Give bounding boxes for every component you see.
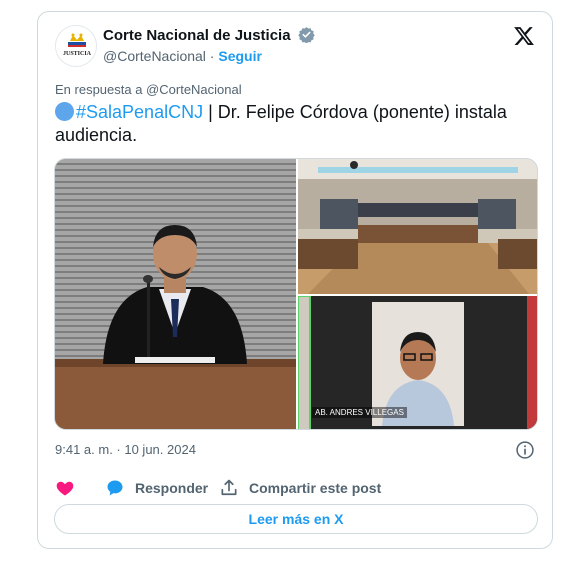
author-handle[interactable]: @CorteNacional xyxy=(103,48,206,64)
reply-button[interactable]: Responder xyxy=(105,478,208,498)
verified-badge-icon xyxy=(298,27,315,43)
reply-to-label[interactable]: En respuesta a @CorteNacional xyxy=(55,82,242,97)
judge-photo-image xyxy=(55,159,296,429)
share-icon xyxy=(221,479,237,496)
follow-button[interactable]: Seguir xyxy=(218,48,262,64)
courtroom-photo-image xyxy=(298,159,537,294)
share-label: Compartir este post xyxy=(249,480,382,496)
read-more-button[interactable]: Leer más en X xyxy=(54,504,538,534)
media-photo-videocall[interactable]: AB. ANDRES VILLEGAS xyxy=(298,296,537,429)
reply-bubble-icon xyxy=(107,480,123,496)
author-name-row[interactable]: Corte Nacional de Justicia xyxy=(103,26,315,44)
media-photo-courtroom[interactable] xyxy=(298,159,537,294)
author-name[interactable]: Corte Nacional de Justicia xyxy=(103,27,291,44)
heart-icon xyxy=(56,481,74,496)
logo-text: JUSTICIA xyxy=(63,51,92,57)
info-icon[interactable] xyxy=(515,440,535,460)
media-grid[interactable]: AB. ANDRES VILLEGAS xyxy=(54,158,538,430)
justice-logo-icon: JUSTICIA xyxy=(56,26,96,66)
participant-caption: AB. ANDRES VILLEGAS xyxy=(312,407,407,418)
participant-caption-text: AB. ANDRES VILLEGAS xyxy=(315,408,404,417)
share-button[interactable]: Compartir este post xyxy=(219,478,381,498)
avatar[interactable]: JUSTICIA xyxy=(55,25,97,67)
timestamp[interactable]: 9:41 a. m. · 10 jun. 2024 xyxy=(55,442,196,457)
hashtag-link[interactable]: #SalaPenalCNJ xyxy=(76,102,203,122)
tweet-text: #SalaPenalCNJ | Dr. Felipe Córdova (pone… xyxy=(55,101,535,147)
x-logo-icon[interactable] xyxy=(513,25,535,47)
blue-circle-emoji-icon xyxy=(55,102,74,121)
like-button[interactable] xyxy=(55,478,85,498)
reply-label: Responder xyxy=(135,480,209,496)
media-photo-judge[interactable] xyxy=(55,159,296,429)
author-handle-row: @CorteNacional · Seguir xyxy=(103,48,262,64)
tweet-card: JUSTICIA Corte Nacional de Justicia @Cor… xyxy=(37,11,553,549)
handle-separator: · xyxy=(205,48,219,64)
